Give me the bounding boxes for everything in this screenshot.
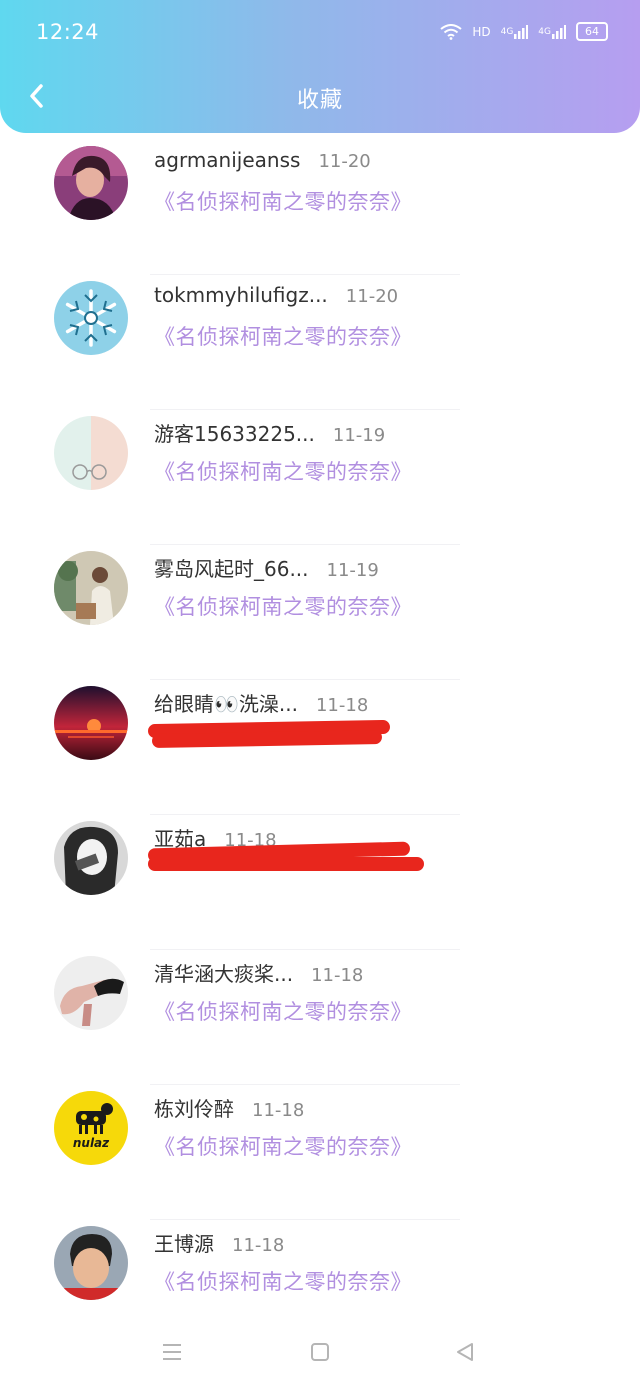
redaction-scribble: [151, 729, 383, 749]
status-icons: HD 4G 4G 64: [440, 22, 608, 41]
menu-icon: [163, 1344, 181, 1360]
name-row: 清华涵大痰桨... 11-18: [154, 958, 363, 987]
divider: [150, 949, 460, 950]
avatar[interactable]: [54, 551, 128, 625]
user-name: 雾岛风起时_66...: [154, 557, 309, 581]
title-bar: 收藏: [0, 66, 640, 128]
name-row: 栋刘伶醉 11-18: [154, 1093, 304, 1122]
page-title: 收藏: [296, 88, 343, 113]
list-item[interactable]: 清华涵大痰桨... 11-18 《名侦探柯南之零的奈奈》: [0, 956, 640, 1091]
favorite-date: 11-19: [332, 425, 386, 446]
work-title[interactable]: 《名侦探柯南之零的奈奈》: [154, 186, 412, 216]
divider: [150, 814, 460, 815]
work-title[interactable]: 《名侦探柯南之零的奈奈》: [154, 1266, 412, 1296]
avatar[interactable]: [54, 1226, 128, 1300]
status-time: 12:24: [36, 20, 100, 44]
list-item[interactable]: 亚茹a 11-18: [0, 821, 640, 956]
favorite-date: 11-18: [315, 695, 369, 716]
list-item[interactable]: 雾岛风起时_66... 11-19 《名侦探柯南之零的奈奈》: [0, 551, 640, 686]
user-name: 王博源: [154, 1232, 214, 1256]
list-item[interactable]: 给眼睛👀洗澡... 11-18: [0, 686, 640, 821]
name-row: agrmanijeanss 11-20: [154, 148, 371, 172]
avatar[interactable]: [54, 146, 128, 220]
divider: [150, 544, 460, 545]
divider: [150, 1219, 460, 1220]
home-button[interactable]: [300, 1335, 340, 1369]
list-item[interactable]: tokmmyhilufigz... 11-20 《名侦探柯南之零的奈奈》: [0, 281, 640, 416]
signal-icon: 4G: [500, 24, 529, 39]
work-title[interactable]: 《名侦探柯南之零的奈奈》: [154, 1131, 412, 1161]
name-row: tokmmyhilufigz... 11-20: [154, 283, 398, 307]
favorite-date: 11-20: [345, 286, 399, 307]
avatar[interactable]: [54, 686, 128, 760]
favorite-date: 11-18: [252, 1100, 305, 1121]
list-item[interactable]: agrmanijeanss 11-20 《名侦探柯南之零的奈奈》: [0, 146, 640, 281]
user-name: 游客15633225...: [154, 422, 315, 446]
status-bar: 12:24 HD 4G 4G 64: [0, 0, 640, 66]
name-row: 游客15633225... 11-19: [154, 418, 385, 447]
avatar[interactable]: [54, 281, 128, 355]
wifi-icon: [440, 23, 462, 40]
user-name: 给眼睛👀洗澡...: [154, 692, 298, 716]
avatar[interactable]: [54, 416, 128, 490]
favorites-list: agrmanijeanss 11-20 《名侦探柯南之零的奈奈》 tokmmyh…: [0, 146, 640, 1361]
signal-icon-2: 4G: [538, 24, 566, 39]
favorite-date: 11-20: [318, 151, 371, 172]
avatar[interactable]: [54, 956, 128, 1030]
battery-level: 64: [585, 25, 599, 38]
snowflake-icon: [54, 281, 128, 355]
battery-icon: 64: [576, 22, 608, 41]
avatar[interactable]: nulaz: [54, 1091, 128, 1165]
user-name: 清华涵大痰桨...: [154, 962, 294, 986]
favorite-date: 11-18: [232, 1235, 285, 1256]
name-row: 雾岛风起时_66... 11-19: [154, 553, 379, 582]
divider: [150, 409, 460, 410]
list-item[interactable]: 游客15633225... 11-19 《名侦探柯南之零的奈奈》: [0, 416, 640, 551]
divider: [150, 274, 460, 275]
app-header: 12:24 HD 4G 4G 64 收藏: [0, 0, 640, 133]
work-title[interactable]: 《名侦探柯南之零的奈奈》: [154, 321, 412, 351]
back-triangle-icon: [457, 1343, 473, 1361]
divider: [150, 679, 460, 680]
back-nav-button[interactable]: [445, 1335, 485, 1369]
redaction-scribble: [148, 857, 424, 871]
avatar-brand-text: nulaz: [73, 1136, 110, 1150]
favorite-date: 11-19: [326, 560, 379, 581]
avatar[interactable]: [54, 821, 128, 895]
work-title[interactable]: 《名侦探柯南之零的奈奈》: [154, 456, 412, 486]
list-item[interactable]: nulaz 栋刘伶醉 11-18 《名侦探柯南之零的奈奈》: [0, 1091, 640, 1226]
sim2-label: 4G: [538, 26, 551, 37]
favorite-date: 11-18: [311, 965, 364, 986]
name-row: 王博源 11-18: [154, 1228, 284, 1257]
menu-button[interactable]: [152, 1335, 192, 1369]
sim1-label: 4G: [500, 26, 514, 37]
home-square-icon: [311, 1343, 329, 1361]
user-name: 栋刘伶醉: [154, 1097, 234, 1121]
name-row: 给眼睛👀洗澡... 11-18: [154, 688, 368, 717]
system-nav-bar: [0, 1317, 640, 1387]
user-name: tokmmyhilufigz...: [154, 283, 328, 307]
work-title[interactable]: 《名侦探柯南之零的奈奈》: [154, 996, 412, 1026]
user-name: agrmanijeanss: [154, 148, 301, 172]
work-title[interactable]: 《名侦探柯南之零的奈奈》: [154, 591, 412, 621]
hd-indicator: HD: [472, 24, 491, 39]
divider: [150, 1084, 460, 1085]
